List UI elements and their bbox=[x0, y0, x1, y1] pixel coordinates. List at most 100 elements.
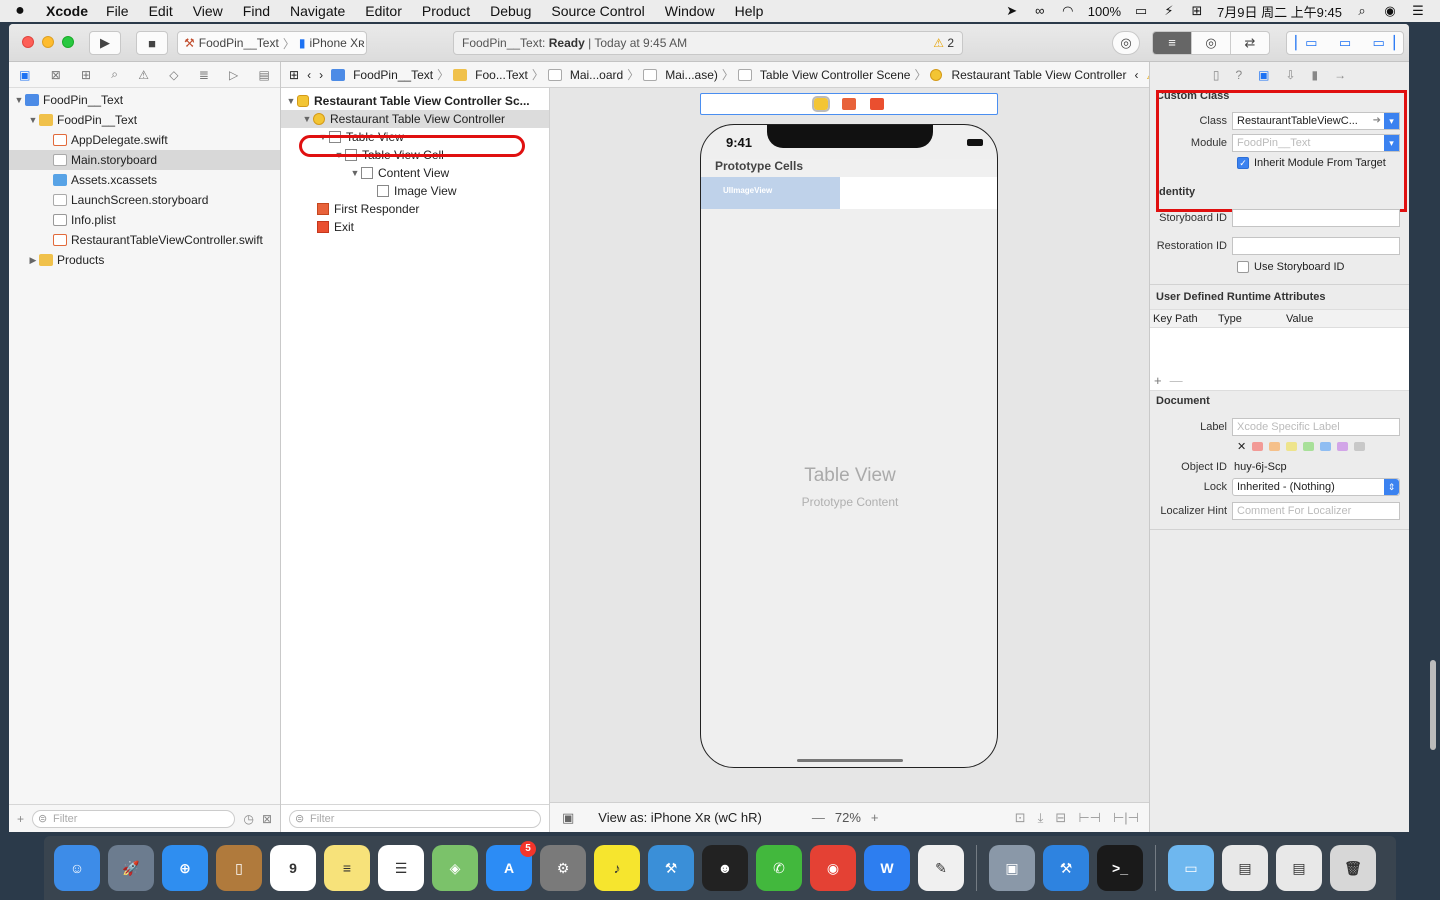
tree-row-main-storyboard[interactable]: Main.storyboard bbox=[9, 150, 280, 170]
disclosure-icon[interactable]: ▼ bbox=[285, 96, 297, 106]
dock-textedit-icon[interactable]: ✎ bbox=[918, 845, 964, 891]
find-navigator-icon[interactable]: ⌕ bbox=[111, 67, 118, 82]
send-icon[interactable]: ➤ bbox=[1004, 4, 1020, 18]
forward-icon[interactable]: › bbox=[315, 68, 327, 82]
dock-notes-icon[interactable]: ≡ bbox=[324, 845, 370, 891]
attributes-inspector-icon[interactable]: ⇩ bbox=[1285, 68, 1295, 82]
purple-swatch[interactable] bbox=[1337, 441, 1349, 451]
blue-swatch[interactable] bbox=[1320, 441, 1332, 451]
dock-xcode-icon[interactable]: ⚒ bbox=[1043, 845, 1089, 891]
recent-files-icon[interactable]: ◷ bbox=[243, 812, 253, 826]
dock-downloads-folder-icon[interactable]: ▭ bbox=[1168, 845, 1214, 891]
run-button[interactable]: ▶ bbox=[89, 31, 121, 55]
menu-editor[interactable]: Editor bbox=[355, 3, 412, 19]
embed-in-icon[interactable]: ⤓ bbox=[1038, 810, 1044, 826]
outline-row-first-responder[interactable]: First Responder bbox=[281, 200, 549, 218]
tree-row-info-plist[interactable]: Info.plist bbox=[9, 210, 280, 230]
add-constraints-icon[interactable]: ⊢⊣ bbox=[1078, 810, 1101, 826]
prototype-cell[interactable]: UIImageView bbox=[701, 177, 997, 209]
toggle-outline-icon[interactable]: ▣ bbox=[562, 810, 574, 826]
input-method-icon[interactable]: ⊞ bbox=[1189, 4, 1205, 18]
file-inspector-icon[interactable]: ▯ bbox=[1213, 68, 1220, 82]
menu-list-icon[interactable]: ☰ bbox=[1410, 4, 1426, 18]
menu-window[interactable]: Window bbox=[655, 3, 725, 19]
image-view[interactable]: UIImageView bbox=[701, 177, 840, 209]
connections-inspector-icon[interactable]: → bbox=[1334, 68, 1346, 82]
symbol-navigator-icon[interactable]: ⊞ bbox=[81, 68, 91, 82]
view-controller-icon[interactable] bbox=[812, 96, 830, 112]
menu-help[interactable]: Help bbox=[725, 3, 774, 19]
jump-segment-scene[interactable]: Table View Controller Scene bbox=[734, 68, 915, 82]
tree-row-assets[interactable]: Assets.xcassets bbox=[9, 170, 280, 190]
jump-segment-storyboard[interactable]: Mai...oard bbox=[544, 68, 627, 82]
menu-file[interactable]: File bbox=[96, 3, 139, 19]
iphone-scene[interactable]: 9:41 Prototype Cells UIImageView Table V… bbox=[700, 124, 998, 768]
previous-issue-icon[interactable]: ‹ bbox=[1130, 68, 1142, 82]
filter-source-control-icon[interactable]: ⊠ bbox=[262, 812, 272, 826]
update-frames-icon[interactable]: ⊡ bbox=[1015, 810, 1026, 826]
report-navigator-icon[interactable]: ▤ bbox=[258, 68, 269, 82]
disclosure-icon[interactable]: ▼ bbox=[27, 115, 39, 125]
storyboard-canvas[interactable]: 9:41 Prototype Cells UIImageView Table V… bbox=[550, 88, 1149, 802]
use-storyboard-id-checkbox[interactable] bbox=[1237, 261, 1249, 273]
dock-system-preferences-icon[interactable]: ⚙ bbox=[540, 845, 586, 891]
assistant-editor-icon[interactable]: ◎ bbox=[1192, 32, 1231, 54]
zoom-window-button[interactable] bbox=[62, 36, 74, 48]
dock-app-store-icon[interactable]: A5 bbox=[486, 841, 536, 891]
menu-navigate[interactable]: Navigate bbox=[280, 3, 355, 19]
tree-row-project[interactable]: ▼ FoodPin__Text bbox=[9, 90, 280, 110]
menu-find[interactable]: Find bbox=[233, 3, 280, 19]
dock-chrome-icon[interactable]: ◉ bbox=[810, 845, 856, 891]
library-button[interactable]: ◎ bbox=[1112, 31, 1140, 55]
disclosure-icon[interactable]: ▼ bbox=[349, 168, 361, 178]
dock-qq-icon[interactable]: ☻ bbox=[702, 845, 748, 891]
align-icon[interactable]: ⊟ bbox=[1055, 810, 1066, 826]
back-icon[interactable]: ‹ bbox=[303, 68, 315, 82]
tree-row-launchscreen[interactable]: LaunchScreen.storyboard bbox=[9, 190, 280, 210]
debug-navigator-icon[interactable]: ≣ bbox=[199, 68, 209, 82]
issue-navigator-icon[interactable]: ⚠ bbox=[138, 68, 149, 82]
orange-swatch[interactable] bbox=[1269, 441, 1281, 451]
siri-icon[interactable]: ◉ bbox=[1382, 4, 1398, 18]
menu-app-name[interactable]: Xcode bbox=[40, 3, 96, 19]
green-swatch[interactable] bbox=[1303, 441, 1315, 451]
quick-help-icon[interactable]: ? bbox=[1235, 68, 1242, 82]
gray-swatch[interactable] bbox=[1354, 441, 1366, 451]
dock-music-icon[interactable]: ♪ bbox=[594, 845, 640, 891]
source-control-navigator-icon[interactable]: ⊠ bbox=[51, 68, 61, 82]
dock-contacts-icon[interactable]: ▯ bbox=[216, 845, 262, 891]
close-window-button[interactable] bbox=[22, 36, 34, 48]
battery-icon[interactable]: ▭ bbox=[1133, 4, 1149, 18]
jump-segment-base[interactable]: Mai...ase) bbox=[639, 68, 722, 82]
zoom-in-icon[interactable]: + bbox=[871, 810, 879, 825]
menu-product[interactable]: Product bbox=[412, 3, 480, 19]
dock-launchpad-icon[interactable]: 🚀 bbox=[108, 845, 154, 891]
red-swatch[interactable] bbox=[1252, 441, 1264, 451]
navigator-filter-input[interactable]: Filter bbox=[32, 809, 236, 828]
doc-label-field[interactable]: Xcode Specific Label bbox=[1232, 418, 1400, 436]
disclosure-icon[interactable]: ▶ bbox=[27, 255, 39, 266]
glasses-icon[interactable]: ∞ bbox=[1032, 4, 1048, 18]
toggle-inspector-icon[interactable]: ▭▕ bbox=[1364, 35, 1403, 51]
test-navigator-icon[interactable]: ◇ bbox=[169, 68, 178, 82]
warning-badge[interactable]: ⚠ 2 bbox=[933, 36, 954, 50]
add-attribute-icon[interactable]: + bbox=[1154, 373, 1162, 388]
dock-reminders-icon[interactable]: ☰ bbox=[378, 845, 424, 891]
localizer-hint-field[interactable]: Comment For Localizer bbox=[1232, 502, 1400, 520]
disclosure-icon[interactable]: ▼ bbox=[13, 95, 25, 105]
dock-xcode-instruments-icon[interactable]: ⚒ bbox=[648, 845, 694, 891]
disclosure-icon[interactable]: ▼ bbox=[301, 114, 313, 124]
udra-col-value[interactable]: Value bbox=[1283, 313, 1313, 325]
restoration-id-field[interactable] bbox=[1232, 237, 1400, 255]
outline-row-scene[interactable]: ▼ Restaurant Table View Controller Sc... bbox=[281, 92, 549, 110]
tree-row-appdelegate[interactable]: AppDelegate.swift bbox=[9, 130, 280, 150]
clear-color-icon[interactable]: ✕ bbox=[1237, 440, 1246, 453]
menu-debug[interactable]: Debug bbox=[480, 3, 541, 19]
dock-trash-icon[interactable]: 🗑 bbox=[1330, 845, 1376, 891]
menu-source-control[interactable]: Source Control bbox=[541, 3, 654, 19]
clock[interactable]: 7月9日 周二 上午9:45 bbox=[1217, 2, 1342, 21]
view-as-device[interactable]: View as: iPhone Xʀ (wC hR) bbox=[598, 810, 762, 825]
size-inspector-icon[interactable]: ▮ bbox=[1312, 68, 1319, 82]
dock-screenshot-1-icon[interactable]: ▤ bbox=[1222, 845, 1268, 891]
jump-segment-project[interactable]: FoodPin__Text bbox=[327, 68, 437, 82]
